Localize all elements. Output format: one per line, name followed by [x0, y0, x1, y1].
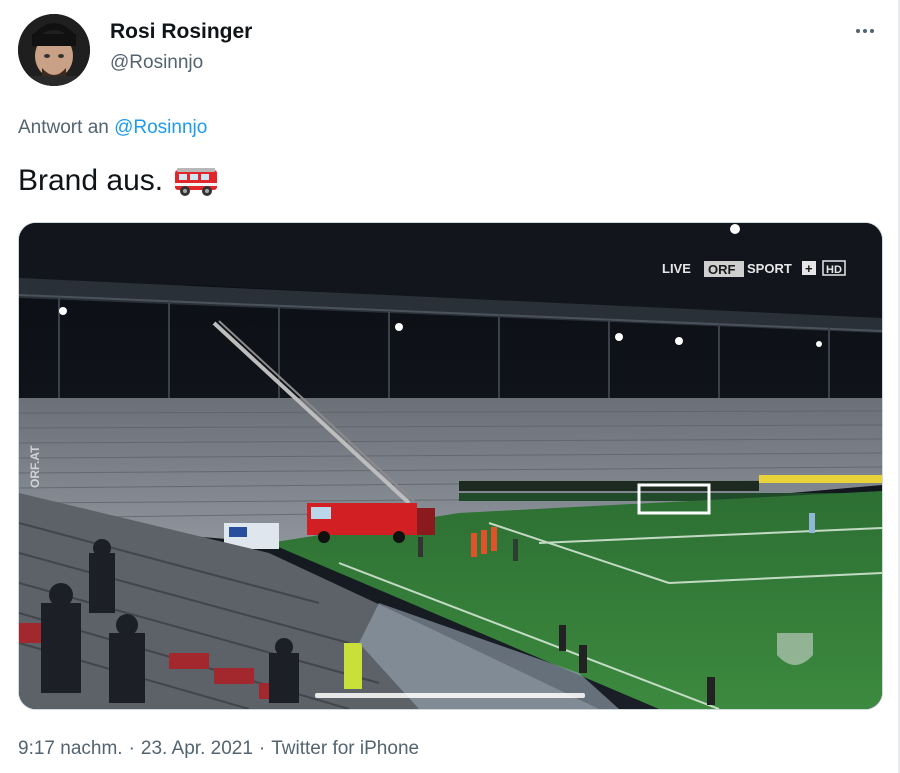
reply-context: Antwort an @Rosinnjo	[18, 117, 207, 139]
tweet-source[interactable]: Twitter for iPhone	[271, 738, 419, 760]
more-dot-icon	[856, 29, 860, 33]
avatar[interactable]	[18, 14, 90, 86]
avatar-image	[18, 14, 90, 86]
more-options-button[interactable]	[848, 18, 882, 44]
tweet-time[interactable]: 9:17 nachm.	[18, 738, 123, 760]
author-handle[interactable]: @Rosinnjo	[110, 52, 203, 74]
tweet-body: Brand aus.	[18, 164, 164, 197]
tweet-text: Brand aus.	[18, 164, 219, 198]
reply-prefix: Antwort an	[18, 117, 109, 138]
channel-label: SPORT	[747, 261, 792, 276]
tweet-timestamp: 9:17 nachm. · 23. Apr. 2021 · Twitter fo…	[18, 738, 419, 760]
separator: ·	[258, 738, 266, 759]
separator: ·	[128, 738, 135, 759]
tweet-date[interactable]: 23. Apr. 2021	[141, 738, 253, 760]
more-dot-icon	[863, 29, 867, 33]
live-label: LIVE	[662, 261, 691, 276]
stadium-video-frame: LIVE ORF SPORT + HD ORF.AT	[19, 223, 882, 709]
hd-label: HD	[826, 264, 842, 276]
plus-label: +	[805, 261, 813, 276]
fire-engine-icon	[175, 168, 218, 196]
more-dot-icon	[870, 29, 874, 33]
tweet-media-video[interactable]: LIVE ORF SPORT + HD ORF.AT	[18, 222, 883, 710]
author-name[interactable]: Rosi Rosinger	[110, 20, 252, 44]
reply-mention-link[interactable]: @Rosinnjo	[114, 117, 207, 138]
broadcaster-label: ORF	[708, 262, 736, 277]
watermark-label: ORF.AT	[28, 445, 42, 488]
